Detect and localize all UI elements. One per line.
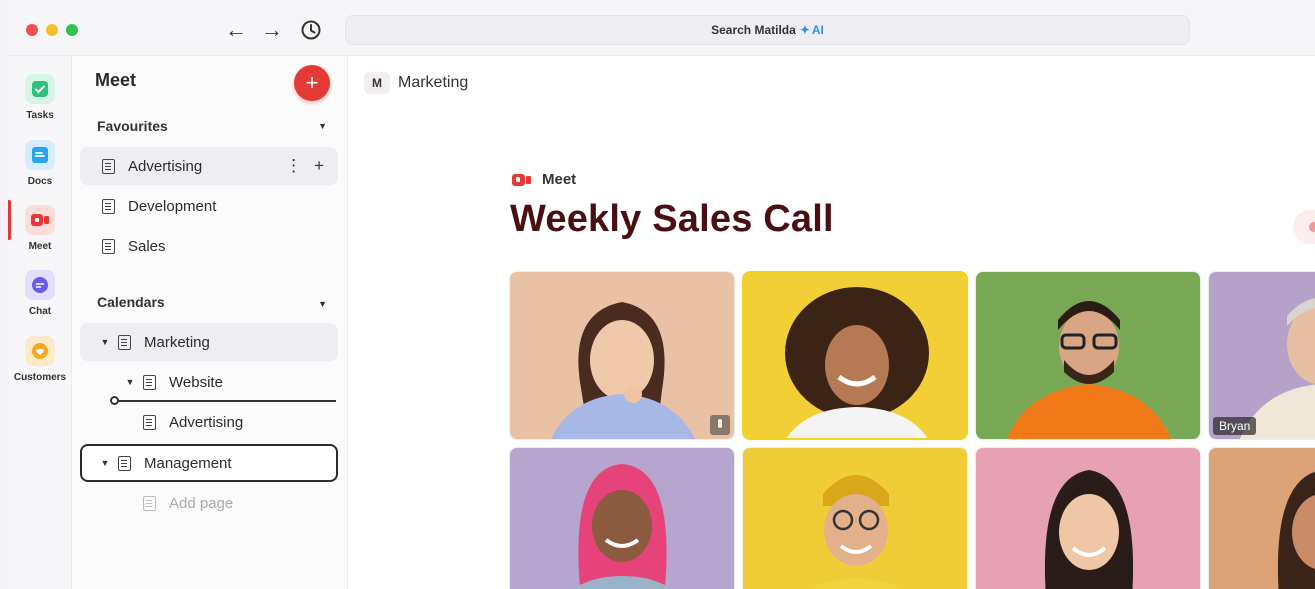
breadcrumb[interactable]: M Marketing	[364, 72, 468, 94]
favourites-section-header[interactable]: Favourites ▼	[97, 114, 327, 138]
participant-avatar	[510, 272, 734, 439]
participant-tile[interactable]	[1208, 447, 1315, 589]
favourite-item-advertising[interactable]: Advertising ⋮ +	[80, 147, 338, 185]
muted-mic-icon	[710, 415, 730, 435]
minimize-window-button[interactable]	[46, 24, 58, 36]
heart-icon	[25, 336, 55, 366]
search-label: Search Matilda	[711, 23, 796, 37]
meet-tag: Meet	[512, 171, 576, 188]
meet-tag-label: Meet	[542, 171, 577, 188]
rail-item-customers[interactable]: Customers	[8, 330, 72, 392]
participant-name-tag: Bryan	[1213, 417, 1257, 435]
participant-avatar	[1209, 272, 1315, 439]
rail-item-meet[interactable]: Meet	[8, 199, 72, 261]
favourite-label: Development	[128, 197, 217, 215]
breadcrumb-badge: M	[364, 72, 390, 94]
add-page-label: Add page	[169, 494, 234, 512]
video-icon	[512, 173, 532, 187]
breadcrumb-label: Marketing	[398, 74, 469, 91]
calendars-label: Calendars	[97, 294, 165, 310]
participant-avatar	[1209, 448, 1315, 589]
calendar-label: Management	[144, 454, 232, 472]
participant-avatar	[510, 448, 734, 589]
participant-avatar	[976, 448, 1200, 589]
page-icon	[143, 495, 156, 511]
participant-avatar	[976, 272, 1200, 439]
page-icon	[118, 455, 131, 471]
title-bar: ← → Search Matilda ✦ AI	[8, 0, 1315, 56]
favourite-item-development[interactable]: Development	[80, 187, 338, 225]
participant-tile[interactable]	[975, 447, 1201, 589]
page-icon	[143, 374, 156, 390]
calendar-item-website[interactable]: ▼ Website	[80, 363, 338, 401]
participant-tile[interactable]: Bryan	[1208, 271, 1315, 440]
add-page-item[interactable]: Add page	[80, 484, 338, 522]
back-arrow-icon[interactable]: ←	[223, 16, 249, 44]
favourites-label: Favourites	[97, 118, 168, 134]
calendar-item-marketing[interactable]: ▼ Marketing	[80, 323, 338, 361]
participant-tile[interactable]	[509, 447, 735, 589]
page-icon	[102, 238, 115, 254]
rail-label-meet: Meet	[28, 241, 52, 252]
page-icon	[118, 334, 131, 350]
search-bar[interactable]: Search Matilda ✦ AI	[345, 15, 1190, 45]
page-icon	[102, 198, 115, 214]
participant-avatar	[744, 273, 966, 438]
calendar-label: Marketing	[144, 333, 210, 351]
calendar-item-advertising[interactable]: Advertising	[80, 403, 338, 441]
caret-down-icon: ▼	[318, 299, 327, 309]
forward-arrow-icon[interactable]: →	[259, 16, 285, 44]
calendar-item-management[interactable]: ▼ Management	[80, 444, 338, 482]
favourite-item-sales[interactable]: Sales	[80, 227, 338, 265]
rail-label-tasks: Tasks	[26, 110, 54, 121]
rail-label-chat: Chat	[28, 306, 52, 317]
ai-spark-icon: ✦	[799, 23, 810, 37]
expand-caret-icon[interactable]: ▼	[125, 377, 135, 387]
video-icon	[25, 205, 55, 235]
favourite-label: Sales	[128, 237, 166, 255]
calendar-label: Website	[169, 373, 223, 391]
app-window: ← → Search Matilda ✦ AI Tasks Docs Meet …	[8, 0, 1315, 589]
calendars-section-header[interactable]: Calendars ▼	[97, 290, 327, 314]
maximize-window-button[interactable]	[66, 24, 78, 36]
page-icon	[102, 158, 115, 174]
chat-icon	[25, 270, 55, 300]
page-icon	[143, 414, 156, 430]
history-clock-icon[interactable]	[298, 16, 324, 44]
add-button[interactable]: +	[294, 65, 330, 101]
participant-avatar	[743, 448, 967, 589]
rail-label-docs: Docs	[27, 176, 53, 187]
rail-item-docs[interactable]: Docs	[8, 134, 72, 196]
drop-indicator-line	[116, 400, 336, 402]
add-subpage-icon[interactable]: +	[314, 156, 324, 176]
main-content: M Marketing Meet Weekly Sales Call Bryan	[348, 56, 1315, 589]
page-title: Weekly Sales Call	[510, 198, 834, 240]
participant-tile[interactable]	[509, 271, 735, 440]
record-button[interactable]	[1293, 210, 1315, 244]
favourite-label: Advertising	[128, 157, 203, 175]
caret-down-icon: ▼	[318, 121, 327, 131]
expand-caret-icon[interactable]: ▼	[100, 458, 110, 468]
doc-icon	[25, 140, 55, 170]
rail-item-tasks[interactable]: Tasks	[8, 68, 72, 130]
participant-tile-speaking[interactable]	[742, 271, 968, 440]
sidebar: Meet + Favourites ▼ Advertising ⋮ + Deve…	[72, 56, 348, 589]
check-icon	[25, 74, 55, 104]
more-options-icon[interactable]: ⋮	[285, 156, 302, 176]
rail-item-chat[interactable]: Chat	[8, 264, 72, 326]
calendar-label: Advertising	[169, 413, 244, 431]
expand-caret-icon[interactable]: ▼	[100, 337, 110, 347]
app-rail: Tasks Docs Meet Chat Customers	[8, 56, 72, 589]
ai-label: AI	[811, 23, 824, 37]
participant-tile[interactable]	[742, 447, 968, 589]
rail-label-customers: Customers	[13, 372, 67, 383]
close-window-button[interactable]	[26, 24, 38, 36]
participant-tile[interactable]	[975, 271, 1201, 440]
sidebar-title: Meet	[95, 70, 137, 90]
